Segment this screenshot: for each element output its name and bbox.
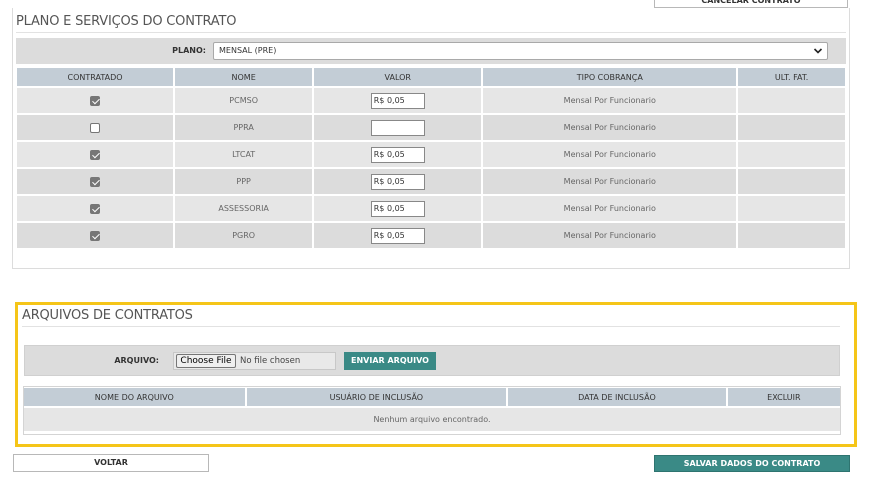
contratado-checkbox[interactable]	[90, 230, 101, 241]
contratado-checkbox[interactable]	[90, 176, 101, 187]
col-excluir: EXCLUIR	[727, 388, 840, 406]
files-section-divider	[22, 326, 840, 327]
tipo-cobranca: Mensal Por Funcionario	[483, 88, 737, 113]
file-status-text: No file chosen	[240, 356, 301, 366]
contratado-cell	[17, 223, 174, 248]
plans-section-title: PLANO E SERVIÇOS DO CONTRATO	[16, 14, 237, 29]
valor-cell: R$ 0,05	[314, 88, 482, 113]
service-name: LTCAT	[175, 142, 313, 167]
ult-fat	[738, 142, 845, 167]
col-tipo-cobranca: TIPO COBRANÇA	[483, 68, 737, 86]
ult-fat	[738, 88, 845, 113]
contratado-cell	[17, 115, 174, 140]
service-name: ASSESSORIA	[175, 196, 313, 221]
col-nome: NOME	[175, 68, 313, 86]
tipo-cobranca: Mensal Por Funcionario	[483, 115, 737, 140]
valor-input[interactable]: R$ 0,05	[370, 92, 425, 109]
tipo-cobranca: Mensal Por Funcionario	[483, 169, 737, 194]
upload-file-button[interactable]: ENVIAR ARQUIVO	[344, 352, 436, 370]
col-ult-fat: ULT. FAT.	[738, 68, 845, 86]
file-input[interactable]: Choose File No file chosen	[173, 352, 336, 370]
back-button[interactable]: VOLTAR	[13, 454, 209, 472]
valor-cell: R$ 0,05	[314, 142, 482, 167]
valor-input[interactable]: R$ 0,05	[370, 200, 425, 217]
cancel-contract-button[interactable]: CANCELAR CONTRATO	[654, 0, 848, 8]
service-row: LTCAT R$ 0,05 Mensal Por Funcionario	[17, 142, 845, 167]
valor-input[interactable]: R$ 0,05	[370, 173, 425, 190]
services-table: CONTRATADO NOME VALOR TIPO COBRANÇA ULT.…	[15, 66, 847, 250]
service-name: PGRO	[175, 223, 313, 248]
valor-input[interactable]: R$ 0,05	[370, 146, 425, 163]
files-empty-row: Nenhum arquivo encontrado.	[24, 408, 840, 431]
tipo-cobranca: Mensal Por Funcionario	[483, 196, 737, 221]
files-empty-message: Nenhum arquivo encontrado.	[24, 408, 840, 431]
contratado-checkbox[interactable]	[90, 122, 101, 133]
valor-input[interactable]	[370, 119, 425, 136]
col-nome-arquivo: NOME DO ARQUIVO	[24, 388, 245, 406]
ult-fat	[738, 196, 845, 221]
service-name: PPRA	[175, 115, 313, 140]
ult-fat	[738, 223, 845, 248]
service-row: PPP R$ 0,05 Mensal Por Funcionario	[17, 169, 845, 194]
contratado-cell	[17, 142, 174, 167]
col-valor: VALOR	[314, 68, 482, 86]
contratado-checkbox[interactable]	[90, 203, 101, 214]
contratado-cell	[17, 88, 174, 113]
services-header-row: CONTRATADO NOME VALOR TIPO COBRANÇA ULT.…	[17, 68, 845, 86]
valor-cell: R$ 0,05	[314, 169, 482, 194]
plano-select-value: MENSAL (PRE)	[219, 46, 277, 55]
ult-fat	[738, 169, 845, 194]
plano-row: PLANO: MENSAL (PRE)	[16, 38, 846, 64]
valor-cell: R$ 0,05	[314, 223, 482, 248]
files-table: NOME DO ARQUIVO USUÁRIO DE INCLUSÃO DATA…	[22, 386, 842, 433]
plano-label: PLANO:	[172, 46, 206, 55]
save-contract-button[interactable]: SALVAR DADOS DO CONTRATO	[654, 455, 850, 472]
files-header-row: NOME DO ARQUIVO USUÁRIO DE INCLUSÃO DATA…	[24, 388, 840, 406]
tipo-cobranca: Mensal Por Funcionario	[483, 142, 737, 167]
valor-input[interactable]: R$ 0,05	[370, 227, 425, 244]
arquivo-label: ARQUIVO:	[114, 356, 159, 365]
contratado-cell	[17, 196, 174, 221]
files-section-title: ARQUIVOS DE CONTRATOS	[22, 308, 193, 323]
col-usuario-inclusao: USUÁRIO DE INCLUSÃO	[246, 388, 507, 406]
ult-fat	[738, 115, 845, 140]
tipo-cobranca: Mensal Por Funcionario	[483, 223, 737, 248]
service-row: ASSESSORIA R$ 0,05 Mensal Por Funcionario	[17, 196, 845, 221]
plans-section-divider	[16, 32, 846, 33]
col-data-inclusao: DATA DE INCLUSÃO	[508, 388, 726, 406]
contratado-cell	[17, 169, 174, 194]
plano-select[interactable]: MENSAL (PRE)	[213, 42, 828, 60]
valor-cell: R$ 0,05	[314, 196, 482, 221]
contratado-checkbox[interactable]	[90, 95, 101, 106]
service-name: PCMSO	[175, 88, 313, 113]
chevron-down-icon	[813, 48, 823, 54]
col-contratado: CONTRATADO	[17, 68, 174, 86]
service-name: PPP	[175, 169, 313, 194]
valor-cell	[314, 115, 482, 140]
service-row: PGRO R$ 0,05 Mensal Por Funcionario	[17, 223, 845, 248]
service-row: PCMSO R$ 0,05 Mensal Por Funcionario	[17, 88, 845, 113]
choose-file-button[interactable]: Choose File	[176, 354, 236, 368]
service-row: PPRA Mensal Por Funcionario	[17, 115, 845, 140]
contratado-checkbox[interactable]	[90, 149, 101, 160]
arquivo-row: ARQUIVO: Choose File No file chosen ENVI…	[24, 345, 840, 376]
